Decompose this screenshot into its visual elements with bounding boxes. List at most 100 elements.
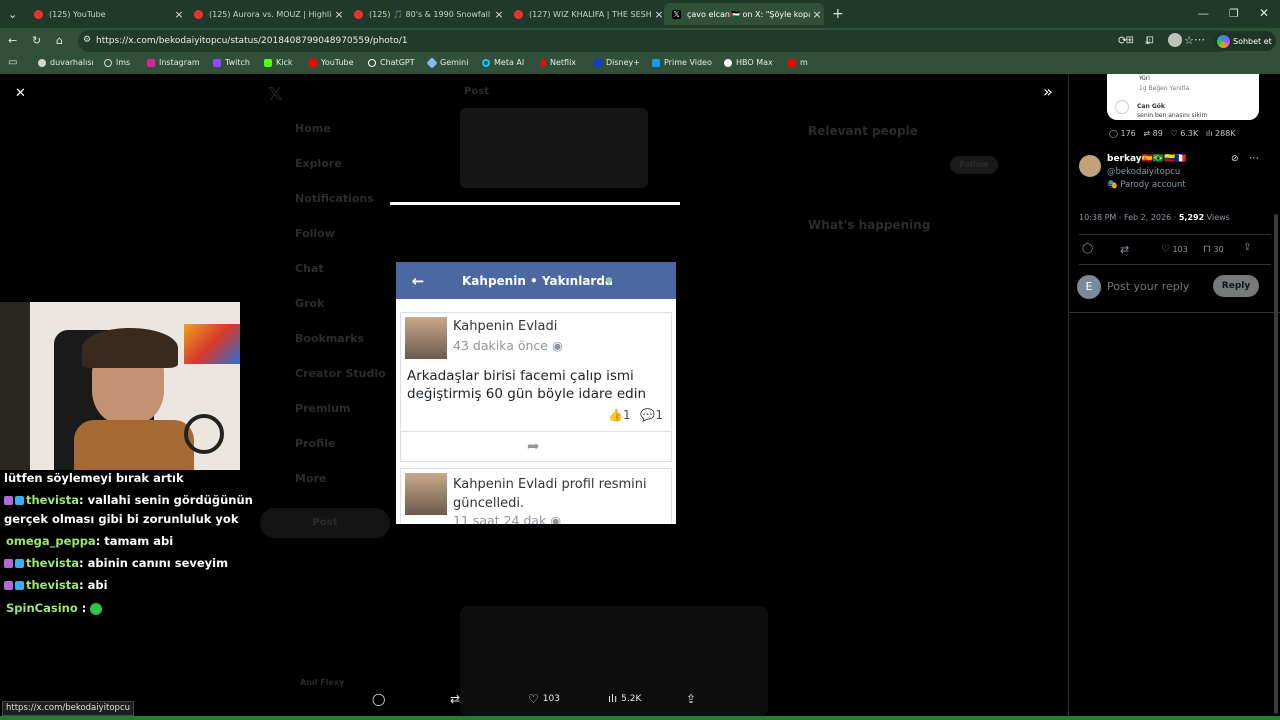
tab-aurora-mouz[interactable]: (125) Aurora vs. MOUZ | Highlights× [186, 3, 346, 25]
bookmark-prime-video[interactable]: Prime Video [652, 58, 712, 67]
share-icon: ⇪ [686, 692, 697, 706]
tab-x-post[interactable]: 𝕏çavo elcan🇵🇸 on X: "Şöyle koparta× [664, 3, 824, 25]
download-icon[interactable]: ⤓ [1145, 35, 1150, 46]
nav-bookmarks[interactable]: Bookmarks [295, 332, 364, 345]
nav-home[interactable]: Home [295, 122, 331, 135]
back-icon[interactable]: ← [8, 35, 17, 46]
address-bar[interactable]: ⚙ https://x.com/bekodaiyitopcu/status/20… [78, 30, 1230, 52]
chat-message: gerçek olması gibi bi zorunluluk yok [4, 512, 239, 526]
viewer-reply-action[interactable]: ◯ [372, 692, 385, 706]
url-text: https://x.com/bekodaiyitopcu/status/2018… [96, 36, 408, 46]
globe-icon [104, 58, 112, 67]
close-icon[interactable]: × [492, 8, 506, 21]
bookmark-chatgpt[interactable]: ChatGPT [368, 58, 415, 67]
bookmark-twitch[interactable]: Twitch [213, 58, 250, 67]
bookmark-netflix[interactable]: Netflix [541, 58, 576, 67]
badge-icon [15, 581, 24, 590]
tab-search-icon[interactable]: ⌄ [8, 9, 17, 20]
nav-chat[interactable]: Chat [295, 262, 324, 275]
like-action[interactable]: ♡ 103 [1161, 244, 1188, 255]
reply-user: Anıl Flexy [300, 678, 345, 687]
site-info-icon[interactable]: ⚙ [83, 36, 91, 45]
emote-icon [90, 602, 103, 615]
badge-icon [4, 581, 13, 590]
bookmark-disney[interactable]: Disney+ [594, 58, 640, 67]
post-menu-icon[interactable]: ⋯ [1249, 154, 1259, 164]
post-button[interactable]: Post [260, 508, 390, 538]
bookmark-meta-ai[interactable]: Meta AI [482, 58, 524, 67]
instagram-icon [147, 58, 155, 67]
home-icon[interactable]: ⌂ [56, 35, 63, 46]
bookmark-duvarhalisi[interactable]: duvarhalısı [38, 58, 94, 67]
follow-button[interactable]: Follow [950, 156, 998, 174]
profile-avatar[interactable] [1168, 33, 1182, 47]
x-logo-icon: 𝕏 [672, 9, 681, 19]
bookmark-youtube[interactable]: YouTube [309, 58, 354, 67]
globe-icon: ◉ [551, 338, 563, 353]
tab-youtube[interactable]: (125) YouTube × [26, 3, 186, 25]
youtube-icon [194, 9, 203, 19]
bookmark-lms[interactable]: lms [104, 58, 130, 67]
nav-profile[interactable]: Profile [295, 437, 335, 450]
close-window-icon[interactable]: ✕ [1259, 7, 1269, 19]
nav-follow[interactable]: Follow [295, 227, 335, 240]
tab-wiz-khalifa[interactable]: (127) WIZ KHALIFA | THE SESH EP × [506, 3, 666, 25]
minimize-icon[interactable]: — [1198, 8, 1209, 19]
reload-icon[interactable]: ↻ [32, 35, 41, 46]
youtube-icon [34, 9, 43, 19]
share-icon[interactable]: ⇪ [1243, 243, 1251, 253]
close-icon[interactable]: × [172, 8, 186, 21]
author-name[interactable]: berkay🇪🇸🇧🇷🇨🇴🇫🇷 [1107, 154, 1186, 164]
expand-sidebar-icon[interactable]: » [1043, 84, 1053, 100]
nav-more[interactable]: More [295, 472, 326, 485]
author-avatar[interactable] [1079, 155, 1101, 177]
extensions-icon[interactable]: ⟳ [1118, 35, 1127, 46]
twitch-icon [213, 58, 221, 67]
reply-button[interactable]: Reply [1213, 275, 1259, 297]
maximize-icon[interactable]: ❐ [1229, 8, 1239, 19]
reply-icon[interactable]: ◯ [1082, 244, 1093, 254]
tab-snowfall[interactable]: (125) 🎵 80's & 1990 Snowfall Ov × [346, 3, 506, 25]
bookmark-action[interactable]: ⊓ 30 [1203, 244, 1224, 255]
close-viewer-icon[interactable]: ✕ [15, 87, 26, 100]
bookmark-hbo-max[interactable]: HBO Max [724, 58, 773, 67]
favorite-star-icon[interactable]: ☆ [1184, 35, 1194, 46]
prev-post-stats: ◯ 176 ⇄ 89 ♡ 6.3K ılı 288K [1109, 129, 1236, 138]
reply-icon: ◯ [372, 692, 386, 706]
nav-explore[interactable]: Explore [295, 157, 342, 170]
viewer-views-action[interactable]: ılı 5.2K [608, 692, 641, 705]
new-tab-button[interactable]: + [832, 7, 844, 21]
nav-creator-studio[interactable]: Creator Studio [295, 367, 386, 380]
reply-avatar: E [1077, 275, 1101, 299]
more-menu-icon[interactable]: ⋯ [1194, 34, 1205, 45]
x-logo-icon: 𝕏 [268, 84, 283, 105]
viewer-repost-action[interactable]: ⇄ [450, 692, 460, 706]
copilot-icon [1217, 34, 1230, 48]
kick-icon [264, 58, 272, 67]
nav-grok[interactable]: Grok [295, 297, 324, 310]
youtube-icon [309, 58, 317, 67]
repost-icon[interactable]: ⇄ [1120, 244, 1129, 255]
close-icon[interactable]: × [332, 8, 346, 21]
reply-input[interactable]: Post your reply [1107, 280, 1189, 293]
nav-premium[interactable]: Premium [295, 402, 350, 415]
viewer-like-action[interactable]: ♡ 103 [528, 692, 560, 706]
grok-icon[interactable]: ⊘ [1231, 155, 1239, 164]
bookmark-gemini[interactable]: Gemini [426, 56, 468, 69]
scrollbar[interactable] [1274, 214, 1278, 714]
bookmark-kick[interactable]: Kick [264, 58, 293, 67]
bookmark-m[interactable]: m [788, 58, 808, 67]
mask-icon: 🎭 [1107, 180, 1118, 190]
author-handle[interactable]: @bekodaiyitopcu [1107, 167, 1180, 177]
close-icon[interactable]: × [810, 8, 824, 21]
nav-notifications[interactable]: Notifications [295, 192, 374, 205]
fb-back-arrow-icon: ← [411, 271, 425, 290]
webcam-overlay [0, 302, 240, 470]
copilot-button[interactable]: Sohbet et [1214, 31, 1276, 51]
viewer-share-action[interactable]: ⇪ [686, 692, 696, 706]
meta-ai-icon [482, 58, 490, 67]
bookmark-instagram[interactable]: Instagram [147, 58, 200, 67]
netflix-icon [541, 58, 546, 67]
sidebar-toggle-icon[interactable]: ▭ [8, 58, 17, 68]
chat-message: thevista: vallahi senin gördüğünün [4, 493, 253, 507]
